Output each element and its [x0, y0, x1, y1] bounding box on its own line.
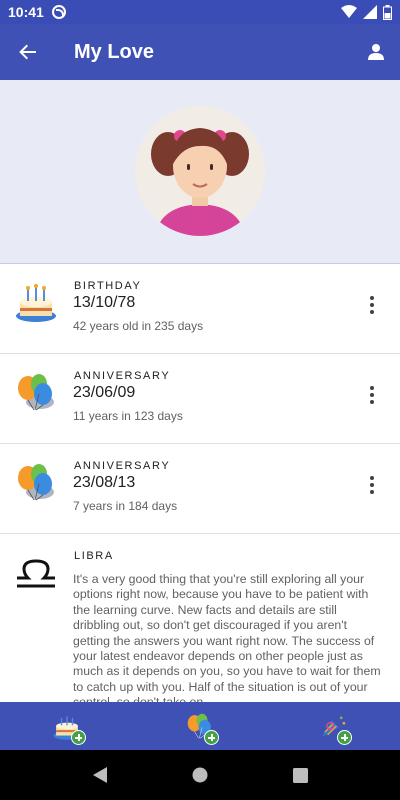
dot — [370, 476, 374, 480]
sync-icon — [51, 5, 66, 19]
nav-recents-button[interactable] — [280, 755, 320, 795]
event-date: 13/10/78 — [73, 294, 136, 311]
dot — [370, 490, 374, 494]
event-type-label: BIRTHDAY — [74, 280, 142, 292]
nav-home-button[interactable] — [180, 755, 220, 795]
profile-button[interactable] — [352, 24, 400, 80]
page-title: My Love — [74, 40, 155, 63]
avatar[interactable] — [135, 106, 265, 236]
more-options-button[interactable] — [362, 382, 382, 408]
event-type-label: ANNIVERSARY — [74, 370, 171, 382]
status-bar: 10:41 — [0, 0, 400, 24]
dot — [370, 296, 374, 300]
horoscope-text: It's a very good thing that you're still… — [73, 572, 381, 702]
dot — [370, 400, 374, 404]
person-icon — [368, 44, 384, 60]
add-party-button[interactable] — [313, 706, 353, 746]
event-date: 23/06/09 — [73, 384, 136, 401]
zodiac-sign-label: LIBRA — [74, 550, 114, 562]
event-countdown: 42 years old in 235 days — [73, 319, 204, 333]
libra-icon — [14, 552, 58, 596]
plus-icon — [203, 730, 219, 745]
battery-icon — [383, 4, 392, 20]
more-options-button[interactable] — [362, 292, 382, 318]
wifi-icon — [341, 5, 357, 18]
dot — [370, 386, 374, 390]
arrow-left-icon — [19, 44, 36, 60]
plus-icon — [70, 730, 86, 745]
nav-back-button[interactable] — [80, 755, 120, 795]
app-bar: My Love — [0, 24, 400, 80]
event-countdown: 7 years in 184 days — [73, 499, 178, 513]
back-button[interactable] — [0, 24, 56, 80]
system-nav-bar — [0, 750, 400, 800]
profile-header — [0, 80, 400, 264]
list-item-birthday[interactable]: BIRTHDAY 13/10/78 42 years old in 235 da… — [0, 264, 400, 354]
balloons-icon — [14, 370, 58, 414]
girl-avatar-icon — [135, 106, 265, 236]
event-date: 23/08/13 — [73, 474, 136, 491]
list-item-horoscope[interactable]: LIBRA It's a very good thing that you're… — [0, 534, 400, 702]
event-countdown: 11 years in 123 days — [73, 409, 183, 423]
add-anniversary-button[interactable] — [180, 706, 220, 746]
status-icons — [341, 4, 392, 20]
plus-icon — [337, 730, 353, 745]
balloons-icon — [14, 460, 58, 504]
status-time: 10:41 — [8, 4, 44, 20]
events-list: BIRTHDAY 13/10/78 42 years old in 235 da… — [0, 264, 400, 702]
circle-home-icon — [192, 767, 208, 783]
event-type-label: ANNIVERSARY — [74, 460, 171, 472]
triangle-back-icon — [93, 767, 107, 783]
birthday-cake-icon — [14, 280, 58, 324]
more-options-button[interactable] — [362, 472, 382, 498]
signal-icon — [363, 5, 377, 19]
add-birthday-button[interactable] — [47, 706, 87, 746]
dot — [370, 393, 374, 397]
dot — [370, 310, 374, 314]
square-recents-icon — [292, 767, 308, 783]
list-item-anniversary[interactable]: ANNIVERSARY 23/08/13 7 years in 184 days — [0, 444, 400, 534]
list-item-anniversary[interactable]: ANNIVERSARY 23/06/09 11 years in 123 day… — [0, 354, 400, 444]
bottom-action-bar — [0, 702, 400, 750]
dot — [370, 483, 374, 487]
dot — [370, 303, 374, 307]
